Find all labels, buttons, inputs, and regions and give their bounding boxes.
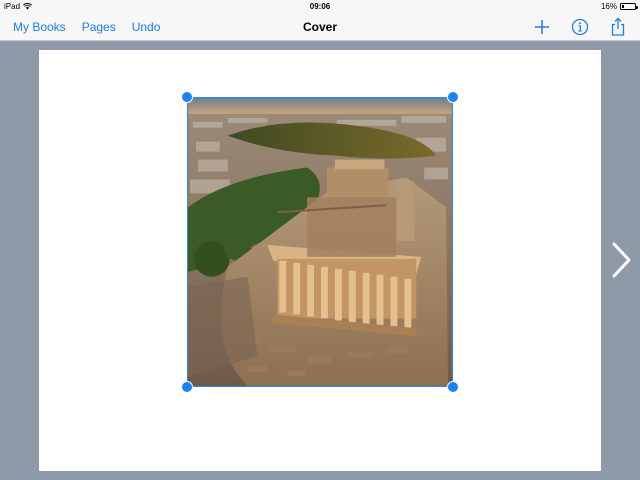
- plus-icon[interactable]: [532, 17, 552, 37]
- share-icon[interactable]: [608, 17, 628, 37]
- battery-percent: 16%: [600, 2, 617, 11]
- selected-image-frame[interactable]: [187, 97, 453, 387]
- chevron-right-icon[interactable]: [609, 240, 635, 280]
- resize-handle-top-left[interactable]: [181, 91, 193, 103]
- aerial-photo-parthenon[interactable]: [188, 98, 452, 386]
- status-time: 09:06: [309, 2, 331, 11]
- nav-right-group: [532, 17, 628, 37]
- resize-handle-top-right[interactable]: [447, 91, 459, 103]
- info-icon[interactable]: [570, 17, 590, 37]
- status-bar: iPad 09:06 16%: [0, 0, 640, 14]
- undo-button[interactable]: Undo: [132, 20, 161, 34]
- resize-handle-bottom-right[interactable]: [447, 381, 459, 393]
- battery-fill: [622, 5, 625, 8]
- battery-icon: [620, 3, 638, 10]
- resize-handle-bottom-left[interactable]: [181, 381, 193, 393]
- status-right: 16%: [600, 2, 638, 11]
- pages-button[interactable]: Pages: [82, 20, 116, 34]
- nav-bar: My Books Pages Undo Cover: [0, 14, 640, 41]
- my-books-button[interactable]: My Books: [13, 20, 66, 34]
- nav-left-group: My Books Pages Undo: [13, 20, 160, 34]
